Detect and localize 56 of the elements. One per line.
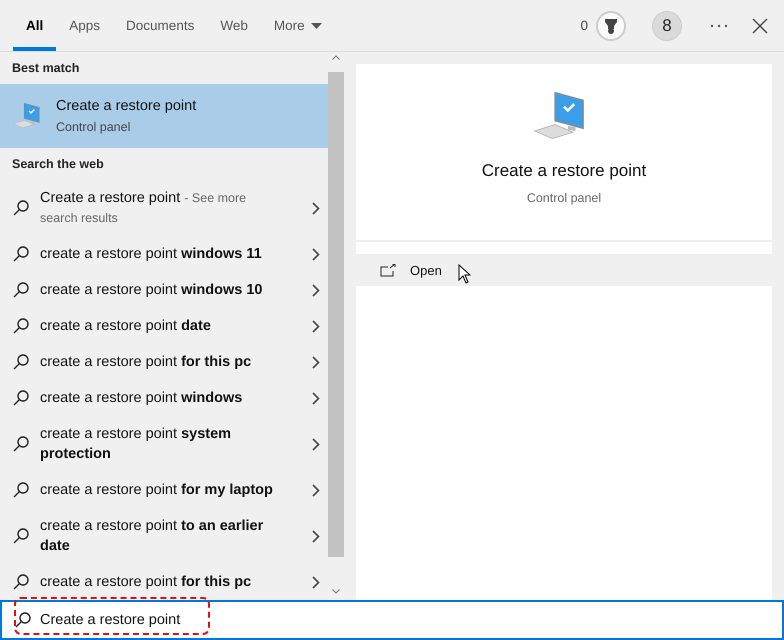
points-count: 0 — [580, 18, 588, 33]
search-icon — [12, 245, 30, 263]
cursor-icon — [458, 264, 471, 284]
preview-title: Create a restore point — [482, 161, 646, 182]
web-suggestion[interactable]: create a restore point windows 11 — [0, 236, 328, 272]
search-tab[interactable]: Documents — [113, 0, 208, 51]
search-tab[interactable]: Web — [207, 0, 261, 51]
search-icon — [12, 353, 30, 371]
web-suggestion[interactable]: Create a restore point - See more search results — [0, 180, 328, 236]
search-icon — [12, 435, 30, 453]
search-tab[interactable]: Apps — [56, 0, 114, 51]
chevron-right-icon — [312, 320, 320, 332]
chevron-right-icon — [312, 438, 320, 450]
search-tab[interactable]: All — [13, 0, 56, 51]
web-suggestion[interactable]: create a restore point for this pc — [0, 344, 328, 380]
result-title: Create a restore point — [56, 98, 196, 114]
section-heading: Best match — [11, 60, 80, 77]
open-icon — [380, 264, 396, 276]
chevron-right-icon — [312, 202, 320, 214]
scrollbar-thumb[interactable] — [328, 72, 344, 557]
chevron-right-icon — [312, 484, 320, 496]
open-action[interactable]: Open — [356, 254, 772, 286]
chevron-right-icon — [312, 576, 320, 588]
search-icon — [12, 199, 30, 217]
close-icon[interactable] — [752, 18, 768, 34]
web-suggestion[interactable]: create a restore point windows — [0, 380, 328, 416]
trophy-icon[interactable] — [596, 10, 626, 40]
search-icon — [12, 481, 30, 499]
search-tab[interactable]: More — [260, 0, 335, 51]
web-suggestion[interactable]: create a restore point date — [0, 308, 328, 344]
search-icon — [12, 281, 30, 299]
search-icon — [14, 611, 32, 629]
user-avatar[interactable]: 8 — [652, 10, 682, 40]
web-suggestion[interactable]: create a restore point for this pc — [0, 564, 328, 600]
chevron-right-icon — [312, 284, 320, 296]
search-icon — [12, 389, 30, 407]
scroll-up-icon[interactable] — [332, 55, 340, 60]
search-icon — [12, 573, 30, 591]
web-suggestion[interactable]: create a restore point system protection — [0, 416, 328, 472]
section-heading: Search the web — [11, 156, 105, 173]
best-match-item[interactable]: Create a restore point Control panel — [0, 84, 328, 148]
result-subtitle: Control panel — [56, 120, 132, 134]
chevron-right-icon — [312, 392, 320, 404]
caret-icon — [310, 22, 322, 28]
search-field[interactable]: Create a restore point — [0, 600, 784, 640]
search-icon — [12, 317, 30, 335]
more-options-icon[interactable] — [710, 24, 728, 28]
web-suggestion[interactable]: create a restore point to an earlier date — [0, 508, 328, 564]
web-suggestion[interactable]: create a restore point for my laptop — [0, 472, 328, 508]
scroll-down-icon[interactable] — [332, 589, 340, 594]
web-suggestion[interactable]: create a restore point windows 10 — [0, 272, 328, 308]
search-icon — [12, 527, 30, 545]
chevron-right-icon — [312, 530, 320, 542]
chevron-right-icon — [312, 356, 320, 368]
preview-subtitle: Control panel — [526, 191, 602, 206]
chevron-right-icon — [312, 248, 320, 260]
